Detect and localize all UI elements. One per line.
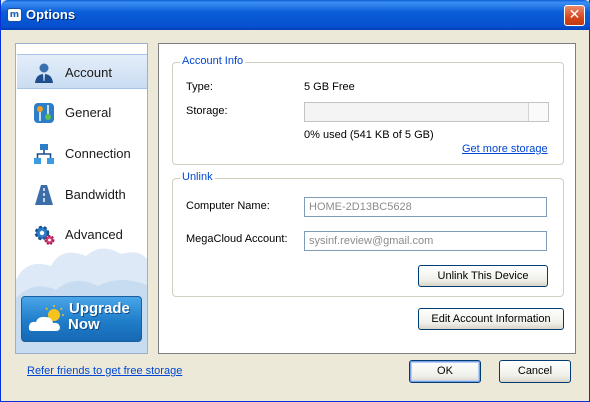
main-panel: Account Info Type: 5 GB Free Storage: 0%… (158, 43, 576, 354)
account-icon (35, 63, 53, 83)
sidebar-item-label: Bandwidth (65, 187, 126, 202)
upgrade-label: Upgrade Now (68, 300, 130, 333)
type-value: 5 GB Free (304, 81, 355, 93)
sidebar-item-label: General (65, 105, 112, 120)
get-more-storage-link[interactable]: Get more storage (462, 143, 548, 155)
upgrade-line1: Upgrade (69, 300, 130, 317)
account-info-group: Account Info Type: 5 GB Free Storage: 0%… (172, 55, 564, 165)
type-label: Type: (186, 81, 213, 93)
storage-bar-end-segment (528, 103, 548, 121)
edit-account-information-button[interactable]: Edit Account Information (418, 308, 564, 330)
storage-usage-text: 0% used (541 KB of 5 GB) (304, 129, 434, 141)
storage-label: Storage: (186, 105, 228, 117)
megacloud-account-field[interactable]: sysinf.review@gmail.com (304, 231, 547, 251)
megacloud-account-label: MegaCloud Account: (186, 233, 288, 245)
group-title-account-info: Account Info (180, 55, 246, 67)
general-icon (34, 103, 54, 123)
app-icon: m (7, 8, 22, 22)
sidebar-item-label: Connection (65, 146, 131, 161)
close-button[interactable]: ✕ (564, 5, 585, 26)
title-bar[interactable]: m Options ✕ (1, 0, 590, 30)
upgrade-line2: Now (68, 316, 100, 333)
unlink-device-button[interactable]: Unlink This Device (418, 265, 548, 287)
sidebar: Account General Connection Bandwidth Adv… (15, 43, 148, 354)
group-title-unlink: Unlink (180, 171, 215, 183)
close-icon: ✕ (568, 7, 581, 23)
bandwidth-icon (35, 185, 53, 205)
connection-icon (34, 144, 54, 164)
refer-friends-link[interactable]: Refer friends to get free storage (27, 365, 182, 377)
upgrade-now-button[interactable]: Upgrade Now (21, 296, 142, 342)
cloud-sun-icon (28, 305, 64, 331)
sidebar-item-general[interactable]: General (17, 95, 147, 130)
sidebar-item-account[interactable]: Account (17, 54, 147, 89)
sidebar-item-connection[interactable]: Connection (17, 136, 147, 171)
computer-name-field[interactable]: HOME-2D13BC5628 (304, 197, 547, 217)
sidebar-item-label: Account (65, 65, 112, 80)
storage-progress-bar (304, 102, 549, 122)
window-title: Options (26, 7, 76, 22)
unlink-group: Unlink Computer Name: HOME-2D13BC5628 Me… (172, 171, 564, 297)
ok-button[interactable]: OK (409, 360, 481, 383)
options-window: m Options ✕ Account General Connection B… (0, 0, 590, 402)
sidebar-item-bandwidth[interactable]: Bandwidth (17, 177, 147, 212)
computer-name-label: Computer Name: (186, 200, 270, 212)
cancel-button[interactable]: Cancel (499, 360, 571, 383)
